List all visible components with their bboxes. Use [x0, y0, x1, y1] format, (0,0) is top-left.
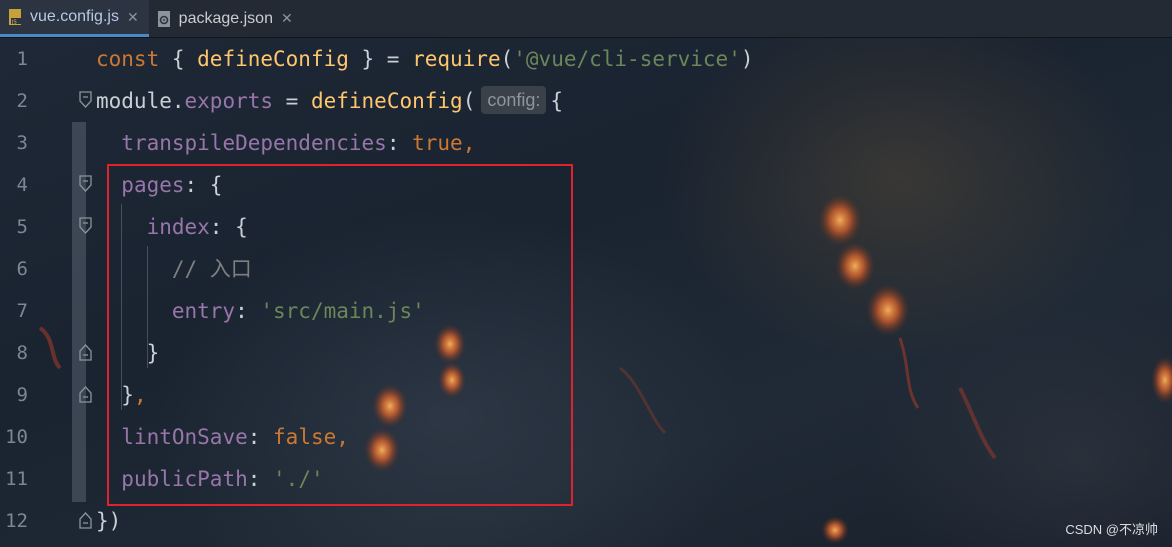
code-token: transpileDependencies [121, 131, 387, 155]
code-token: ( [462, 89, 476, 113]
code-token: , [462, 131, 476, 155]
code-token: module [96, 89, 172, 113]
code-token: } = [348, 47, 413, 71]
editor-tab-bar: JS vue.config.js ✕ package.json ✕ [0, 0, 1172, 38]
code-token: { [550, 89, 564, 113]
line-number: 12 [5, 510, 28, 532]
line-number: 4 [16, 174, 28, 196]
code-token: = [273, 89, 311, 113]
close-icon[interactable]: ✕ [127, 9, 139, 26]
fold-close-icon[interactable] [79, 511, 92, 529]
code-token: const [96, 47, 160, 71]
line-number: 11 [5, 468, 28, 490]
code-token: ( [500, 47, 514, 71]
code-token: ) [740, 47, 754, 71]
line-number: 5 [16, 216, 28, 238]
code-text: }) [96, 500, 121, 542]
line-number: 6 [16, 258, 28, 280]
line-number: 8 [16, 342, 28, 364]
line-number: 2 [16, 90, 28, 112]
json-file-icon [157, 10, 173, 28]
svg-text:JS: JS [11, 20, 17, 26]
code-text: module.exports = defineConfig(config:{ [96, 80, 563, 122]
code-line[interactable]: 1 const { defineConfig } = require('@vue/… [0, 38, 1172, 80]
tab-label: vue.config.js [30, 8, 119, 25]
line-number: 10 [5, 426, 28, 448]
line-number: 3 [16, 132, 28, 154]
fold-open-icon[interactable] [79, 175, 92, 193]
tab-label: package.json [178, 9, 273, 27]
code-token: { [159, 47, 198, 71]
code-text: const { defineConfig } = require('@vue/c… [96, 38, 754, 80]
fold-open-icon[interactable] [79, 217, 92, 235]
code-token: : [386, 131, 413, 155]
code-token: defineConfig [197, 47, 349, 71]
code-token: exports [184, 89, 274, 113]
line-number: 7 [16, 300, 28, 322]
fold-close-icon[interactable] [79, 343, 92, 361]
code-line[interactable]: 2 module.exports = defineConfig(config:{ [0, 80, 1172, 122]
code-token: defineConfig [310, 89, 463, 113]
line-number: 9 [16, 384, 28, 406]
code-token: require [412, 47, 501, 71]
code-editor[interactable]: 1 const { defineConfig } = require('@vue/… [0, 38, 1172, 547]
code-line[interactable]: 3 transpileDependencies: true, [0, 122, 1172, 164]
code-token: }) [96, 509, 122, 533]
line-number: 1 [16, 48, 28, 70]
code-token: '@vue/cli-service' [513, 47, 741, 71]
tab-vue-config-js[interactable]: JS vue.config.js ✕ [0, 0, 149, 37]
tab-package-json[interactable]: package.json ✕ [149, 0, 303, 37]
code-token: true [412, 131, 463, 155]
fold-close-icon[interactable] [79, 385, 92, 403]
parameter-hint: config: [481, 86, 547, 114]
close-icon[interactable]: ✕ [281, 10, 293, 27]
fold-open-icon[interactable] [79, 91, 92, 109]
javascript-file-icon: JS [8, 8, 24, 26]
code-token: . [171, 89, 185, 113]
watermark: CSDN @不凉帅 [1065, 522, 1158, 537]
highlight-box [107, 164, 573, 506]
code-text: transpileDependencies: true, [96, 122, 475, 164]
code-line[interactable]: 12}) [0, 500, 1172, 542]
